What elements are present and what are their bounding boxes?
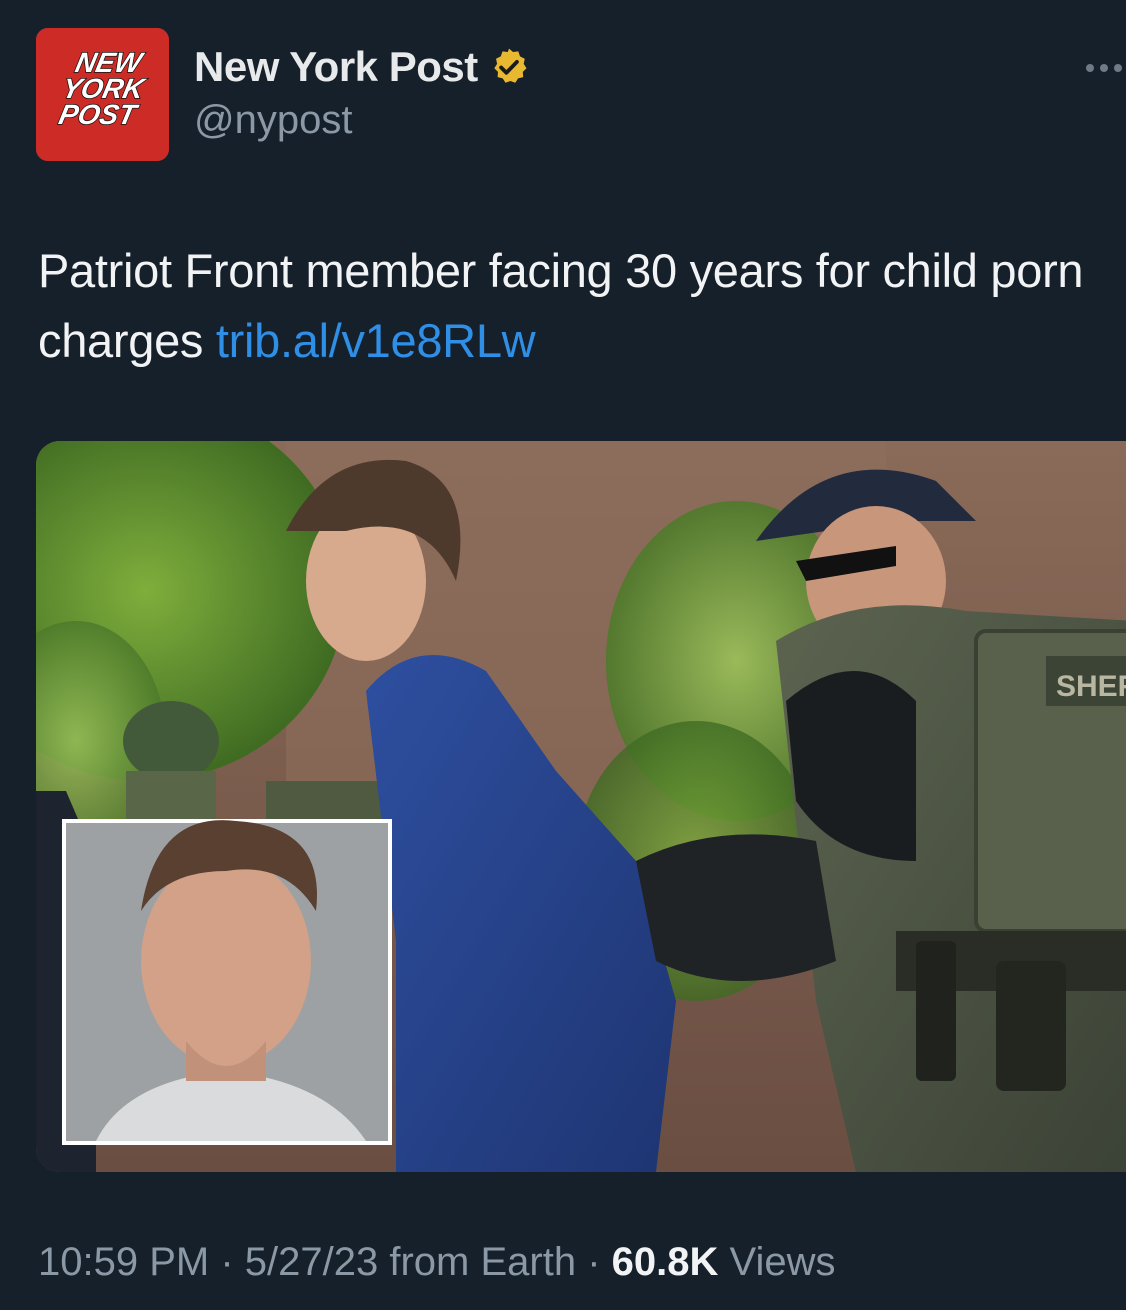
verified-badge-icon[interactable] — [488, 46, 530, 88]
tweet-time[interactable]: 10:59 PM — [38, 1240, 209, 1284]
account-handle[interactable]: @nypost — [194, 98, 352, 143]
tweet: NEW YORK POST New York Post @nypost Patr… — [0, 0, 1126, 1310]
tweet-body: Patriot Front member facing 30 years for… — [38, 244, 1084, 367]
tweet-meta: 10:59 PM · 5/27/23 from Earth · 60.8K Vi… — [38, 1240, 835, 1285]
tweet-source: from Earth — [378, 1240, 577, 1284]
nypost-logo: NEW YORK POST — [36, 28, 169, 161]
tweet-text: Patriot Front member facing 30 years for… — [38, 236, 1108, 376]
views-label: Views — [718, 1240, 836, 1284]
arrest-photo: SHER — [36, 441, 1126, 1172]
name-row: New York Post — [194, 42, 530, 92]
display-name[interactable]: New York Post — [194, 43, 478, 91]
avatar[interactable]: NEW YORK POST — [36, 28, 169, 161]
tweet-media-photo[interactable]: SHER — [36, 441, 1126, 1172]
more-dots-icon[interactable] — [1082, 50, 1126, 86]
tweet-date[interactable]: 5/27/23 — [245, 1240, 378, 1284]
views-count[interactable]: 60.8K — [612, 1240, 719, 1284]
meta-separator: · — [576, 1240, 612, 1284]
meta-separator: · — [209, 1240, 245, 1284]
avatar-line-3: POST — [56, 98, 142, 130]
tweet-link[interactable]: trib.al/v1e8RLw — [216, 314, 536, 367]
sheriff-badge-text: SHER — [1056, 670, 1126, 703]
